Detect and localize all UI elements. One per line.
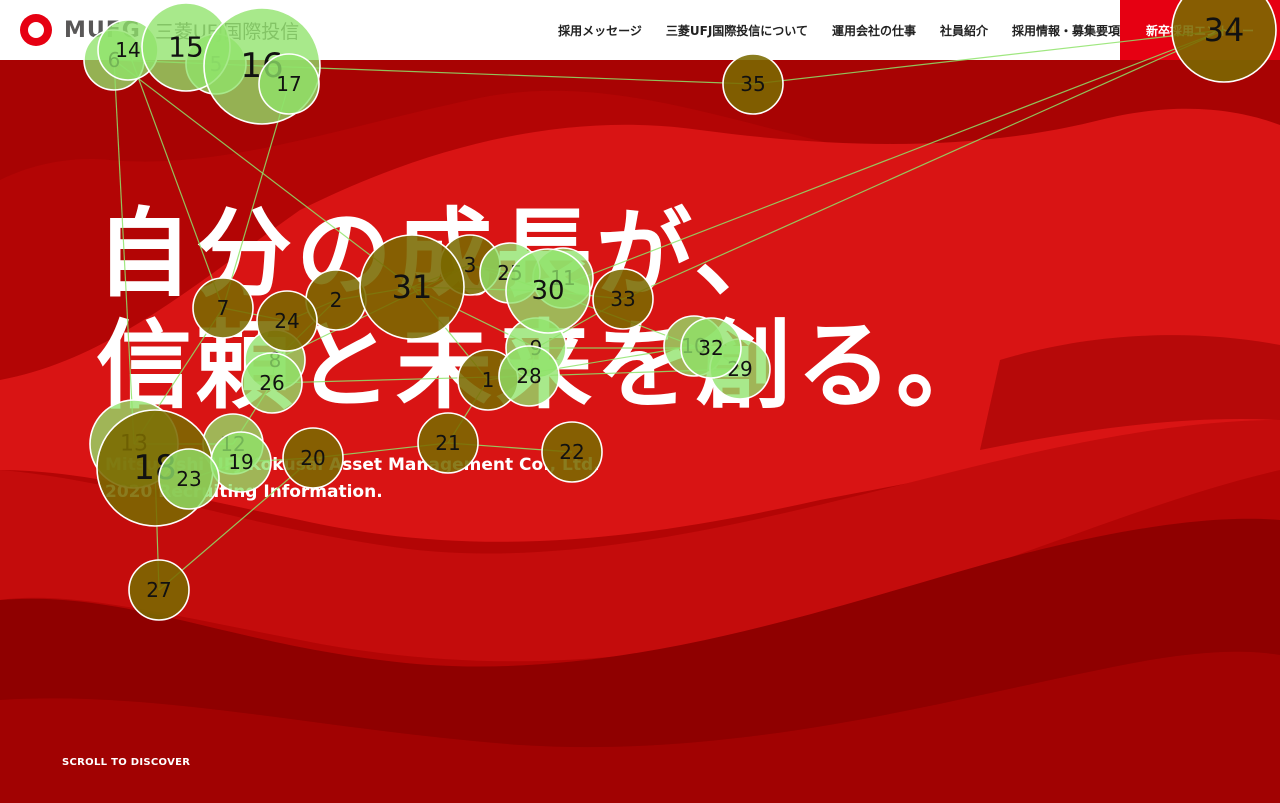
hero-company-en: Mitsubishi UFJ Kokusai Asset Management … bbox=[105, 455, 600, 475]
nav-recruit-message[interactable]: 採用メッセージ bbox=[558, 22, 642, 39]
hero-line-2: 信頼と未来を創る。 bbox=[96, 310, 996, 422]
logo-text: MUFG bbox=[64, 17, 141, 43]
nav-staff[interactable]: 社員紹介 bbox=[940, 22, 988, 39]
site-header: MUFG 三菱UFJ国際投信 採用メッセージ 三菱UFJ国際投信について 運用会… bbox=[0, 0, 1280, 60]
hero-year-caption: 2020 Recruiting Information. bbox=[105, 482, 383, 502]
scroll-to-discover[interactable]: SCROLL TO DISCOVER bbox=[62, 757, 190, 768]
global-nav: 採用メッセージ 三菱UFJ国際投信について 運用会社の仕事 社員紹介 採用情報・… bbox=[534, 0, 1120, 60]
logo-company-name: 三菱UFJ国際投信 bbox=[154, 20, 300, 43]
hero-subtitle: Mitsubishi UFJ Kokusai Asset Management … bbox=[105, 452, 600, 506]
entry-button[interactable]: 新卒採用エントリー bbox=[1120, 0, 1280, 60]
hero-catchcopy: 自分の成長が、 信頼と未来を創る。 bbox=[96, 198, 996, 422]
nav-requirements[interactable]: 採用情報・募集要項 bbox=[1012, 22, 1120, 39]
mufg-logo[interactable]: MUFG 三菱UFJ国際投信 bbox=[20, 14, 299, 46]
nav-work[interactable]: 運用会社の仕事 bbox=[832, 22, 916, 39]
nav-about-company[interactable]: 三菱UFJ国際投信について bbox=[666, 22, 808, 39]
mufg-logo-icon bbox=[20, 14, 58, 46]
hero-line-1: 自分の成長が、 bbox=[96, 198, 795, 310]
